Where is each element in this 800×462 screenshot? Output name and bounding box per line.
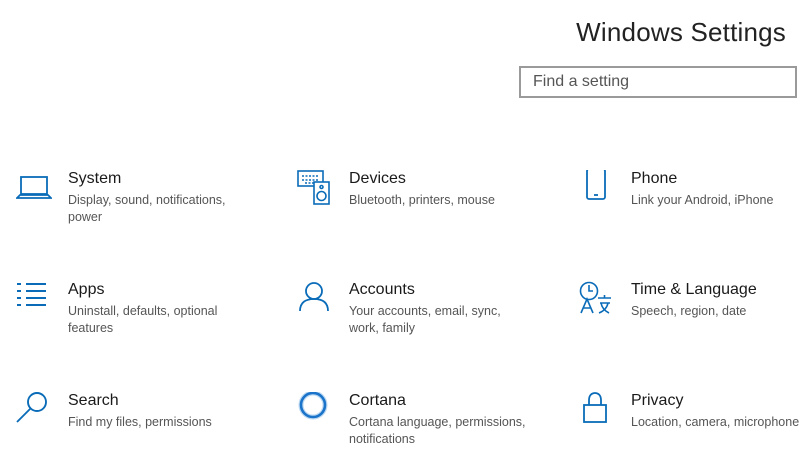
tile-name: System (68, 170, 122, 187)
padlock-icon (579, 392, 615, 428)
tile-name: Time & Language (631, 281, 757, 298)
tile-name: Cortana (349, 392, 406, 409)
tile-name: Search (68, 392, 119, 409)
tile-cortana[interactable]: Cortana Cortana language, permissions, n… (297, 392, 537, 462)
tile-description: Link your Android, iPhone (631, 193, 774, 207)
tile-phone[interactable]: Phone Link your Android, iPhone (579, 170, 800, 240)
laptop-icon (16, 170, 52, 206)
tile-name: Apps (68, 281, 105, 298)
tile-name: Accounts (349, 281, 415, 298)
tile-description: Uninstall, defaults, optional features (68, 304, 218, 335)
tile-devices[interactable]: Devices Bluetooth, printers, mouse (297, 170, 537, 240)
tile-privacy[interactable]: Privacy Location, camera, microphone (579, 392, 800, 462)
tile-description: Find my files, permissions (68, 415, 212, 429)
list-icon (16, 281, 52, 317)
tile-accounts[interactable]: Accounts Your accounts, email, sync, wor… (297, 281, 537, 351)
page-title: Windows Settings (576, 17, 786, 48)
magnifier-icon (16, 392, 52, 428)
tile-time-language[interactable]: Time & Language Speech, region, date (579, 281, 800, 351)
tile-description: Your accounts, email, sync, work, family (349, 304, 501, 335)
tile-apps[interactable]: Apps Uninstall, defaults, optional featu… (16, 281, 256, 351)
tile-system[interactable]: System Display, sound, notifications, po… (16, 170, 256, 240)
tile-description: Cortana language, permissions, notificat… (349, 415, 526, 446)
search-box[interactable] (519, 66, 797, 98)
tile-description: Bluetooth, printers, mouse (349, 193, 495, 207)
cortana-ring-icon (297, 392, 333, 428)
tile-description: Display, sound, notifications, power (68, 193, 226, 224)
tile-name: Devices (349, 170, 406, 187)
clock-language-icon (579, 281, 615, 317)
tile-description: Speech, region, date (631, 304, 747, 318)
tile-name: Phone (631, 170, 678, 187)
phone-icon (579, 170, 615, 206)
keyboard-speaker-icon (297, 170, 333, 206)
person-icon (297, 281, 333, 317)
tile-name: Privacy (631, 392, 684, 409)
tile-search[interactable]: Search Find my files, permissions (16, 392, 256, 462)
search-input[interactable] (521, 68, 773, 96)
tile-description: Location, camera, microphone (631, 415, 800, 429)
